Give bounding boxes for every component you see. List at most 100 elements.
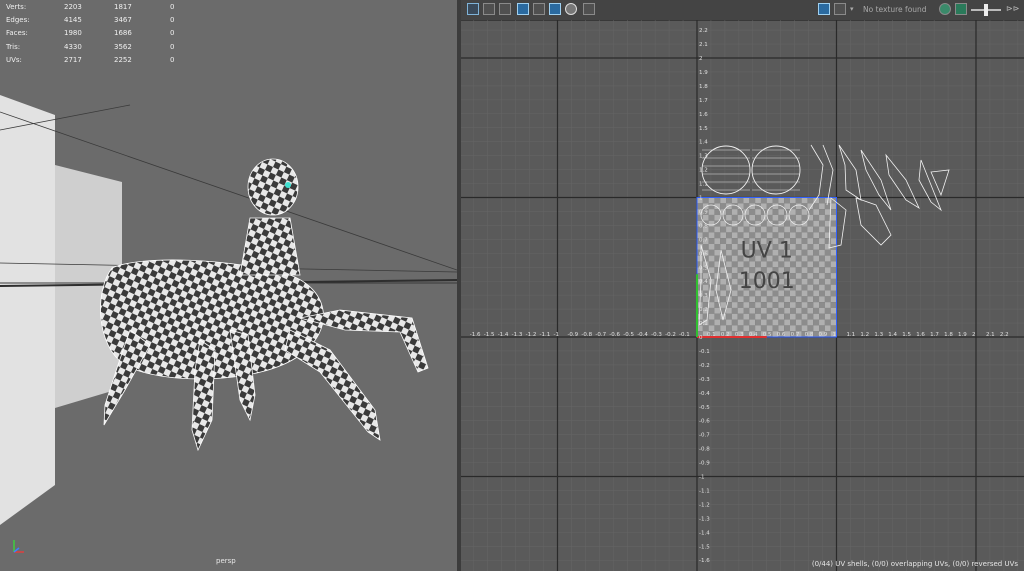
v-tick-label: 0.9 [699,209,708,215]
checker-cell [708,220,715,227]
checker-cell [824,261,831,268]
sun-icon[interactable] [565,3,577,15]
snapshot-icon[interactable] [583,3,595,15]
checker-cell [819,255,825,262]
u-tick-label: 0.2 [721,332,730,338]
hud-v2: 1817 [114,3,132,11]
checker-cell [801,267,808,274]
checker-cell [784,319,790,326]
checker-cell [807,249,814,256]
checker-cell [720,226,727,233]
checker-cell [720,284,727,291]
globe-icon[interactable] [939,3,951,15]
v-tick-label: 0.8 [699,223,708,229]
image-adjust-icon[interactable] [955,3,967,15]
checker-cell [731,197,738,204]
perspective-viewport[interactable]: Verts: 2203 1817 0 Edges: 4145 3467 0 Faces: 1980… [0,0,457,571]
checker-cell [801,197,808,204]
checker-cell [807,232,814,239]
chevron-down-icon[interactable]: ▾ [850,5,854,13]
checker-cell [813,203,820,210]
checker-cell [801,249,808,256]
checker-cell [830,249,837,256]
checker-cell [795,226,802,233]
wall-front [0,95,55,525]
exposure-slider-handle[interactable] [984,4,988,16]
checker-cell [824,284,831,291]
texture-tile-icon[interactable] [483,3,495,15]
checker-cell [708,325,715,332]
gamma-icon[interactable]: ⊳⊳ [1006,4,1019,13]
checker-cell [807,255,814,262]
checker-cell [830,226,837,233]
scene-render[interactable] [0,0,457,571]
uv-editor-panel[interactable]: ▾ No texture found ⊳⊳ UV 1 1001 2.2 2.1 2 1.9… [461,0,1024,571]
checker-cell [795,313,802,320]
checker-cell [743,307,750,314]
v-tick-label: 0.1 [699,321,708,327]
hud-v3: 0 [170,16,175,25]
checker-cell [766,226,773,233]
checker-cell [731,302,738,308]
checker-cell [801,255,808,262]
u-tick-label: -0.8 [581,332,592,338]
uv-grid-canvas[interactable]: UV 1 1001 2.2 2.1 2 1.9 1.8 1.7 1.6 1.5 1.4 1.3 1.2 1… [461,20,1024,571]
uv-shell-sphere [751,145,801,195]
checker-cell [813,313,820,320]
display-grid-icon[interactable] [549,3,561,15]
checker-cell [801,238,808,244]
character-torso [239,217,301,276]
v-tick-label: -1.4 [699,530,710,536]
checker-cell [790,214,796,221]
checker-cell [801,325,808,332]
checker-cell [801,278,808,285]
u-tick-label: 1 [833,332,837,338]
checker-cell [819,273,825,279]
checker-cell [819,278,825,285]
checker-cell [813,214,820,221]
checker-cell [743,220,750,227]
u-tick-label: -1.2 [526,332,537,338]
checker-cell [755,319,761,326]
checker-cell [807,290,814,297]
uv-shell-icon[interactable] [467,3,479,15]
hud-v2: 2252 [114,55,132,64]
checker-cell [830,220,837,227]
hud-v3: 0 [170,29,175,38]
checker-cell [731,249,738,256]
checker-cell [743,203,750,210]
checker-cell [766,319,773,326]
checker-cell [824,255,831,262]
checker-cell [830,255,837,262]
checker-cell [708,249,715,256]
texture-display-icon[interactable] [818,3,830,15]
u-tick-label: -1.4 [498,332,509,338]
v-tick-label: 1.2 [699,168,708,174]
checker-cell [708,244,715,250]
u-tick-label: -0.5 [623,332,634,338]
texture-select[interactable]: No texture found [863,5,927,14]
checker-cell [766,307,773,314]
checker-cell [807,261,814,268]
checker-cell [819,319,825,326]
checker-cell [778,302,785,308]
image-icon[interactable] [517,3,529,15]
camera-label: persp [216,557,236,565]
grid-icon[interactable] [533,3,545,15]
histogram-icon[interactable] [499,3,511,15]
checker-cell [726,255,732,262]
checker-cell [749,307,756,314]
checker-cell [731,238,738,244]
checker-cell [708,232,715,239]
uv-shell-sphere [701,145,751,195]
checker-cell [795,267,802,274]
hud-v2: 3467 [114,16,132,25]
checker-cell [726,313,732,320]
v-tick-label: -1.6 [699,558,710,564]
uv-toolbar: ▾ No texture found ⊳⊳ [461,0,1024,21]
checker-cell [801,319,808,326]
checker-cell [784,197,790,204]
checker-cell [720,197,727,204]
udim-label-id: 1001 [739,269,795,294]
checker-icon[interactable] [834,3,846,15]
